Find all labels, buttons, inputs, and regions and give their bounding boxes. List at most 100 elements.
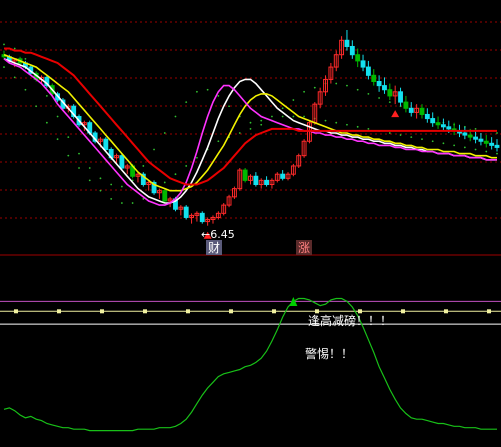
- band-dot-upper-36: [196, 90, 198, 93]
- candle-body-67: [360, 60, 366, 68]
- band-dot-lower-40: [217, 140, 220, 143]
- band-dot-upper-58: [313, 86, 316, 89]
- band-dot-upper-20: [110, 183, 113, 186]
- stock-chart: ←6.45 财 涨 逢高减磅！！！ 警惕！！: [0, 21, 501, 432]
- candle-body-45: [242, 169, 248, 181]
- level-tick-5: [229, 309, 233, 314]
- band-dot-upper-30: [163, 132, 166, 134]
- band-dot-lower-56: [303, 115, 305, 118]
- band-dot-upper-46: [249, 121, 252, 124]
- candle-body-75: [403, 101, 409, 109]
- candle-body-66: [355, 54, 361, 62]
- candle-body-71: [382, 85, 387, 91]
- candle-body-22: [119, 155, 125, 169]
- band-dot-upper-68: [367, 92, 370, 95]
- candle-body-74: [398, 91, 403, 103]
- band-dot-lower-14: [78, 167, 80, 169]
- band-dot-lower-86: [463, 146, 466, 149]
- band-dot-upper-16: [88, 167, 91, 169]
- candle-body-64: [344, 39, 350, 47]
- cai-tag: 财: [208, 241, 220, 255]
- candle-body-87: [467, 134, 473, 138]
- band-dot-lower-46: [249, 127, 252, 130]
- candle-body-92: [494, 144, 500, 148]
- band-dot-lower-88: [474, 148, 477, 151]
- band-dot-lower-78: [421, 138, 423, 141]
- band-dot-lower-4: [24, 88, 27, 91]
- band-dot-lower-32: [174, 173, 177, 176]
- band-dot-upper-14: [78, 152, 80, 155]
- candle-body-82: [440, 124, 446, 128]
- band-dot-lower-64: [346, 123, 348, 126]
- band-dot-upper-0: [3, 43, 5, 46]
- candle-body-65: [349, 45, 355, 56]
- band-dot-lower-10: [56, 138, 59, 141]
- band-dot-lower-68: [367, 127, 370, 130]
- candle-body-72: [387, 89, 393, 97]
- band-dot-lower-76: [410, 136, 413, 139]
- level-tick-11: [487, 309, 491, 314]
- band-dot-lower-62: [335, 121, 338, 124]
- band-dot-lower-30: [163, 181, 166, 184]
- oscillator-line: [3, 297, 497, 432]
- band-dot-upper-52: [281, 107, 284, 110]
- candle-body-81: [435, 122, 441, 126]
- candle-body-30: [162, 190, 168, 202]
- band-dot-upper-4: [24, 57, 27, 60]
- level-tick-1: [57, 309, 61, 314]
- candle-body-19: [103, 138, 109, 150]
- band-dot-lower-84: [453, 144, 456, 147]
- candle-body-47: [253, 175, 259, 185]
- band-dot-upper-8: [45, 95, 48, 97]
- level-tick-8: [358, 309, 362, 314]
- band-dot-upper-26: [142, 165, 145, 167]
- oscillator-panel: [0, 297, 501, 432]
- band-dot-upper-2: [13, 47, 16, 50]
- band-dot-upper-72: [388, 101, 391, 103]
- candle-body-79: [424, 113, 430, 120]
- band-dot-upper-18: [99, 177, 102, 180]
- band-dot-lower-36: [196, 156, 198, 159]
- candle-body-49: [264, 179, 270, 186]
- candle-body-52: [280, 173, 286, 179]
- band-dot-upper-12: [67, 136, 70, 139]
- band-dot-lower-20: [110, 198, 113, 200]
- level-tick-7: [315, 309, 319, 314]
- band-dot-lower-82: [442, 142, 445, 145]
- candle-body-80: [430, 118, 436, 124]
- band-dot-upper-34: [185, 101, 188, 103]
- band-dot-lower-54: [292, 115, 295, 118]
- band-dot-upper-92: [496, 132, 498, 134]
- candle-body-70: [376, 81, 382, 87]
- band-dot-lower-52: [281, 115, 284, 118]
- candle-body-34: [183, 206, 189, 218]
- level-tick-4: [186, 309, 190, 314]
- band-dot-lower-72: [388, 132, 391, 134]
- band-dot-upper-62: [335, 82, 338, 85]
- alert-note: 警惕！！: [305, 346, 353, 361]
- candle-body-37: [199, 212, 205, 223]
- band-dot-upper-42: [228, 105, 230, 108]
- band-dot-lower-18: [99, 189, 102, 192]
- candle-body-69: [371, 74, 377, 82]
- level-tick-6: [272, 309, 276, 314]
- band-dot-lower-92: [496, 152, 498, 155]
- band-dot-upper-70: [378, 97, 381, 99]
- candle-body-83: [446, 126, 452, 130]
- level-tick-2: [100, 309, 104, 314]
- candle-body-91: [489, 142, 495, 146]
- candlesticks: [1, 30, 500, 226]
- band-dot-upper-48: [260, 119, 263, 122]
- level-tick-10: [444, 309, 448, 314]
- band-dot-lower-0: [3, 66, 5, 68]
- band-dot-lower-80: [431, 140, 434, 143]
- band-dot-upper-40: [217, 95, 220, 97]
- band-dot-lower-90: [485, 150, 488, 153]
- band-dot-lower-24: [131, 202, 134, 204]
- candle-body-78: [419, 107, 425, 115]
- level-tick-9: [401, 309, 405, 314]
- band-dot-upper-10: [56, 115, 59, 118]
- band-dot-lower-34: [185, 165, 188, 167]
- band-dot-lower-22: [120, 202, 123, 204]
- band-dot-lower-66: [356, 125, 359, 128]
